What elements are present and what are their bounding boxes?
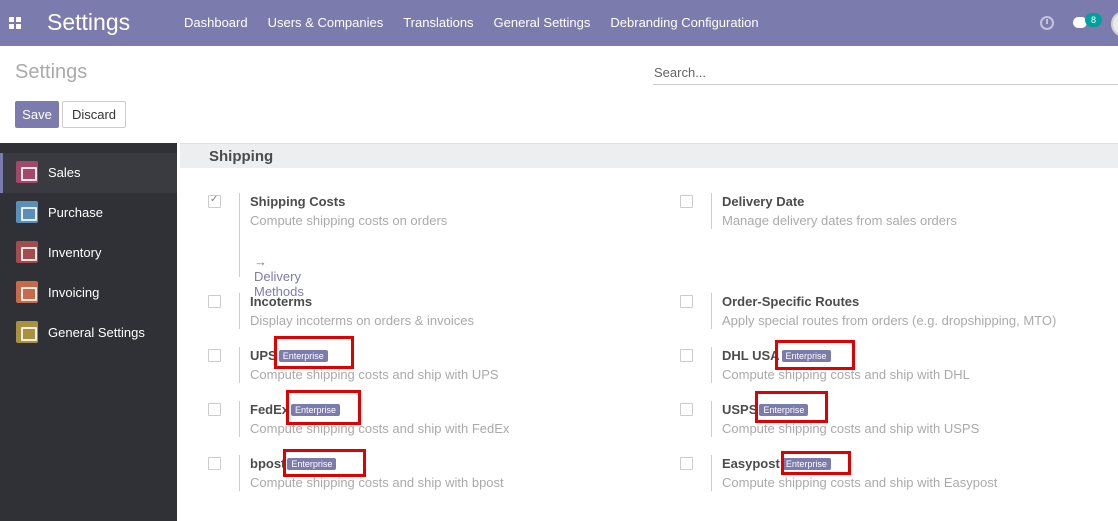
highlight-box [775,340,855,370]
setting-divider [239,455,240,491]
delivery-methods-link[interactable]: →Delivery Methods [254,254,304,299]
inventory-icon [16,241,38,263]
arrow-right-icon: → [254,254,267,269]
setting-title: Incoterms [250,294,313,309]
setting-title-text: Easypost [722,456,780,471]
sidebar-item-sales[interactable]: Sales [0,153,177,193]
setting-divider [239,347,240,383]
save-button[interactable]: Save [15,101,59,128]
sidebar-item-inventory[interactable]: Inventory [0,233,177,273]
setting-description: Compute shipping costs and ship with UPS [250,367,499,382]
shipping-costs-checkbox[interactable] [208,194,221,208]
menu-debranding-configuration[interactable]: Debranding Configuration [600,0,768,46]
section-header: Shipping [180,143,1118,168]
sidebar-item-label: Inventory [48,245,102,260]
easypost-checkbox[interactable] [680,457,693,470]
sidebar-item-general-settings[interactable]: General Settings [0,313,177,353]
menu-translations[interactable]: Translations [393,0,483,46]
search-input[interactable] [653,60,1118,85]
setting-title: Shipping Costs [250,194,346,209]
incoterms-checkbox[interactable] [208,295,221,308]
setting-divider [711,455,712,491]
setting-title-text: DHL USA [722,348,780,363]
setting-title: Delivery Date [722,194,805,209]
discard-button[interactable]: Discard [62,101,126,128]
setting-divider [711,193,712,229]
highlight-box [283,449,366,477]
setting-description: Compute shipping costs on orders [250,213,448,228]
setting-title-text: USPS [722,402,758,417]
highlight-box [755,391,828,423]
setting-description: Apply special routes from orders (e.g. d… [722,313,1057,328]
breadcrumb: Settings [15,61,88,83]
fedex-checkbox[interactable] [208,403,221,416]
app-title: Settings [47,9,131,35]
delivery-date-checkbox[interactable] [680,195,693,208]
sidebar-item-label: Purchase [48,205,103,220]
dhl-checkbox[interactable] [680,349,693,362]
menu-general-settings[interactable]: General Settings [484,0,601,46]
order-routes-checkbox[interactable] [680,295,693,308]
user-avatar[interactable] [1111,11,1118,37]
bpost-checkbox[interactable] [208,457,221,470]
setting-title-text: bpost [250,456,286,471]
apps-menu-icon[interactable] [9,17,21,29]
sidebar-item-label: Invoicing [48,285,100,300]
menu-dashboard[interactable]: Dashboard [174,0,258,46]
setting-description: Compute shipping costs and ship with USP… [722,421,980,436]
usps-checkbox[interactable] [680,403,693,416]
settings-sidebar: Sales Purchase Inventory Invoicing Gener… [0,143,177,521]
setting-title: Order-Specific Routes [722,294,860,309]
setting-divider [711,401,712,437]
sales-icon [16,161,38,183]
settings-content: Shipping Shipping Costs Compute shipping… [177,143,1118,521]
setting-divider [239,401,240,437]
menu-users-companies[interactable]: Users & Companies [258,0,394,46]
purchase-icon [16,201,38,223]
sidebar-item-label: Sales [48,165,81,180]
top-navbar: Settings Dashboard Users & Companies Tra… [0,0,1118,46]
activity-clock-icon[interactable] [1040,16,1054,30]
sidebar-item-invoicing[interactable]: Invoicing [0,273,177,313]
setting-description: Compute shipping costs and ship with Eas… [722,475,998,490]
setting-divider [711,293,712,329]
gear-icon [16,321,38,343]
top-menu: Dashboard Users & Companies Translations… [174,0,769,46]
setting-title-text: UPS [250,348,277,363]
setting-description: Compute shipping costs and ship with bpo… [250,475,504,490]
highlight-box [781,451,851,475]
setting-divider [239,293,240,329]
highlight-box [286,390,361,425]
sidebar-item-label: General Settings [48,325,145,340]
ups-checkbox[interactable] [208,349,221,362]
invoicing-icon [16,281,38,303]
setting-description: Display incoterms on orders & invoices [250,313,474,328]
setting-title-text: FedEx [250,402,290,417]
sidebar-item-purchase[interactable]: Purchase [0,193,177,233]
section-title: Shipping [209,148,274,165]
setting-divider [239,193,240,277]
highlight-box [274,336,354,369]
chat-count-badge: 8 [1085,13,1102,27]
setting-divider [711,347,712,383]
setting-description: Manage delivery dates from sales orders [722,213,957,228]
